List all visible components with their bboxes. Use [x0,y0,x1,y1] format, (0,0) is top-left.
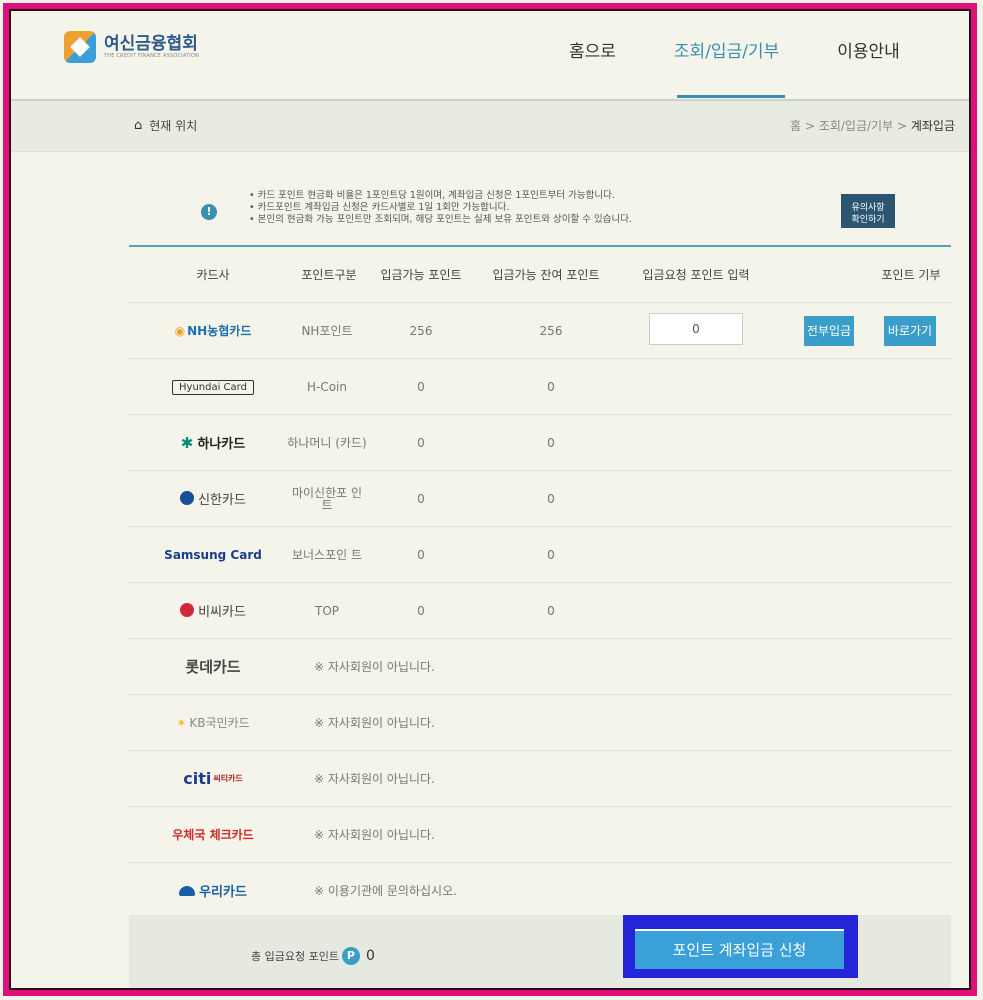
screen-frame: 여신금융협회 THE CREDIT FINANCE ASSOCIATION 홈으… [3,3,977,996]
table-row: Hyundai Card H-Coin 0 0 [129,358,951,414]
apply-highlight: 포인트 계좌입금 신청 [623,915,858,978]
point-request-input[interactable]: 0 [649,313,743,345]
avail-points: 0 [417,491,425,506]
notice-line-2: • 카드포인트 계좌입금 신청은 카드사별로 1일 1회만 가능합니다. [249,202,510,213]
location-label: 현재 위치 [149,119,198,133]
notice-confirm-button[interactable]: 유의사항 확인하기 [841,194,895,228]
post-card-logo: 우체국 체크카드 [172,828,254,842]
header-donate: 포인트 기부 [881,268,941,282]
kb-card-logo: ✶ KB국민카드 [176,715,250,731]
breadcrumb-inquiry[interactable]: 조회/입금/기부 [819,119,893,133]
nav-active-indicator [677,95,785,98]
remain-points: 0 [547,491,555,506]
table-row: 신한카드 마이신한포 인트 0 0 [129,470,951,526]
hyundai-card-logo: Hyundai Card [172,379,254,395]
bc-card-logo: 비씨카드 [180,601,246,620]
table-row: ✱ 하나카드 하나머니 (카드) 0 0 [129,414,951,470]
home-icon: ⌂ [134,118,143,133]
avail-points: 0 [417,603,425,618]
header-type: 포인트구분 [301,267,357,282]
table-header: 카드사 포인트구분 입금가능 포인트 입금가능 잔여 포인트 입금요청 포인트 … [129,245,951,302]
woori-card-logo: 우리카드 [179,881,247,900]
member-note: ※ 자사회원이 아닙니다. [314,660,435,674]
avail-points: 0 [417,379,425,394]
breadcrumb-home[interactable]: 홈 [790,119,801,133]
total-label: 총 입금요청 포인트 [251,950,339,963]
breadcrumb: 홈 > 조회/입금/기부 > 계좌입금 [790,119,955,133]
point-p-icon: P [341,947,360,965]
main-nav: 홈으로 조회/입금/기부 이용안내 [569,37,958,62]
nh-card-logo: ◉ NH농협카드 [174,323,252,339]
nav-guide[interactable]: 이용안내 [837,37,900,62]
table-row: Samsung Card 보너스포인 트 0 0 [129,526,951,582]
site-logo[interactable]: 여신금융협회 THE CREDIT FINANCE ASSOCIATION [64,31,199,63]
notice-line-3: • 본인의 현금화 가능 포인트만 조회되며, 해당 포인트는 실제 보유 포인… [249,214,633,225]
notice-line-1: • 카드 포인트 현금화 비율은 1포인트당 1원이며, 계좌입금 신청은 1포… [249,190,615,201]
avail-points: 256 [409,323,433,338]
nav-inquiry[interactable]: 조회/입금/기부 [674,37,779,62]
breadcrumb-current: 계좌입금 [910,119,955,133]
avail-points: 0 [417,435,425,450]
hana-card-logo: ✱ 하나카드 [180,433,246,453]
point-type: H-Coin [306,379,347,394]
point-type: 보너스포인 트 [291,547,363,562]
remain-points: 256 [539,323,563,338]
header-remain: 입금가능 잔여 포인트 [492,268,600,282]
table-row: ◉ NH농협카드 NH포인트 256 256 0 전부입금 바로가기 [129,302,951,358]
member-note: ※ 자사회원이 아닙니다. [314,828,435,842]
nav-cut-item[interactable]: A( [971,37,977,57]
table-row: citi 씨티카드 ※ 자사회원이 아닙니다. [129,750,951,806]
member-note: ※ 자사회원이 아닙니다. [314,716,435,730]
logo-mark-icon [64,31,96,63]
logo-title: 여신금융협회 [104,34,198,54]
avail-points: 0 [417,547,425,562]
point-type: NH포인트 [301,323,353,338]
logo-subtitle: THE CREDIT FINANCE ASSOCIATION [104,53,200,59]
citi-card-logo: citi 씨티카드 [183,769,243,788]
samsung-card-logo: Samsung Card [164,547,262,562]
point-type: TOP [314,603,339,618]
remain-points: 0 [547,435,555,450]
shinhan-card-logo: 신한카드 [180,489,246,508]
go-donate-button[interactable]: 바로가기 [884,316,936,346]
points-table: 카드사 포인트구분 입금가능 포인트 입금가능 잔여 포인트 입금요청 포인트 … [129,245,951,918]
point-type: 마이신한포 인트 [291,485,363,512]
deposit-all-button[interactable]: 전부입금 [804,316,854,346]
member-note: ※ 이용기관에 문의하십시오. [314,884,457,898]
exclamation-icon: ! [201,204,217,220]
table-row: 우리카드 ※ 이용기관에 문의하십시오. [129,862,951,918]
table-row: 비씨카드 TOP 0 0 [129,582,951,638]
location-bar: ⌂ 현재 위치 홈 > 조회/입금/기부 > 계좌입금 [9,99,971,152]
remain-points: 0 [547,603,555,618]
total-value: 0 [365,948,375,964]
header-card: 카드사 [196,268,230,282]
lotte-card-logo: 롯데카드 [185,658,241,676]
member-note: ※ 자사회원이 아닙니다. [314,772,435,786]
header-input: 입금요청 포인트 입력 [642,268,750,282]
table-row: 우체국 체크카드 ※ 자사회원이 아닙니다. [129,806,951,862]
remain-points: 0 [547,547,555,562]
table-row: 롯데카드 ※ 자사회원이 아닙니다. [129,638,951,694]
notice-box: ! • 카드 포인트 현금화 비율은 1포인트당 1원이며, 계좌입금 신청은 … [9,184,971,244]
apply-deposit-button[interactable]: 포인트 계좌입금 신청 [635,929,844,969]
table-row: ✶ KB국민카드 ※ 자사회원이 아닙니다. [129,694,951,750]
nav-home[interactable]: 홈으로 [569,37,616,62]
point-type: 하나머니 (카드) [287,435,367,450]
header-avail: 입금가능 포인트 [380,268,462,282]
site-header: 여신금융협회 THE CREDIT FINANCE ASSOCIATION 홈으… [9,9,971,98]
total-footer: 총 입금요청 포인트 P 0 포인트 계좌입금 신청 [129,915,951,990]
remain-points: 0 [547,379,555,394]
